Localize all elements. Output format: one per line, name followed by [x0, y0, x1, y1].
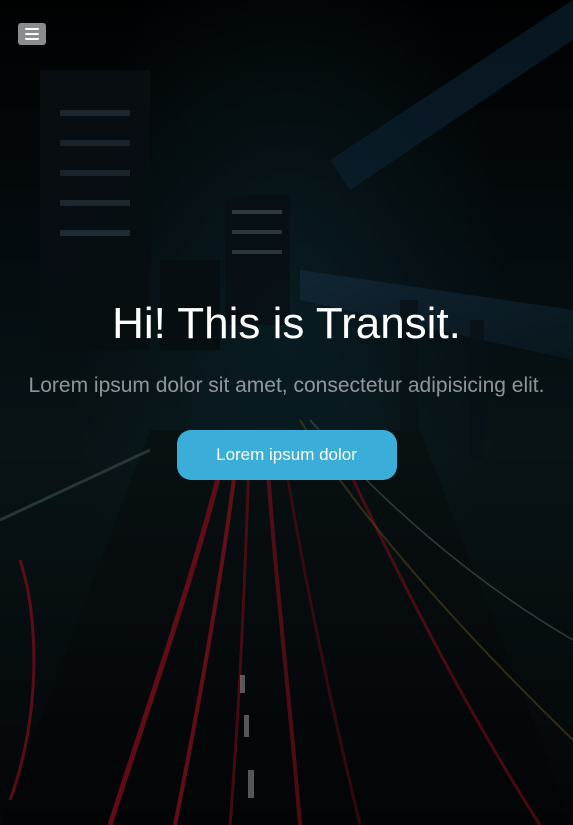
hero-cta-button[interactable]: Lorem ipsum dolor [176, 430, 397, 480]
menu-icon-bar [25, 28, 39, 30]
menu-icon-bar [25, 38, 39, 40]
menu-icon-bar [25, 33, 39, 35]
hero-title: Hi! This is Transit. [112, 299, 461, 348]
menu-toggle-button[interactable] [18, 23, 46, 45]
hero-subtitle: Lorem ipsum dolor sit amet, consectetur … [28, 374, 545, 397]
hero-section: Hi! This is Transit. Lorem ipsum dolor s… [0, 0, 573, 825]
hero-content: Hi! This is Transit. Lorem ipsum dolor s… [0, 290, 573, 480]
